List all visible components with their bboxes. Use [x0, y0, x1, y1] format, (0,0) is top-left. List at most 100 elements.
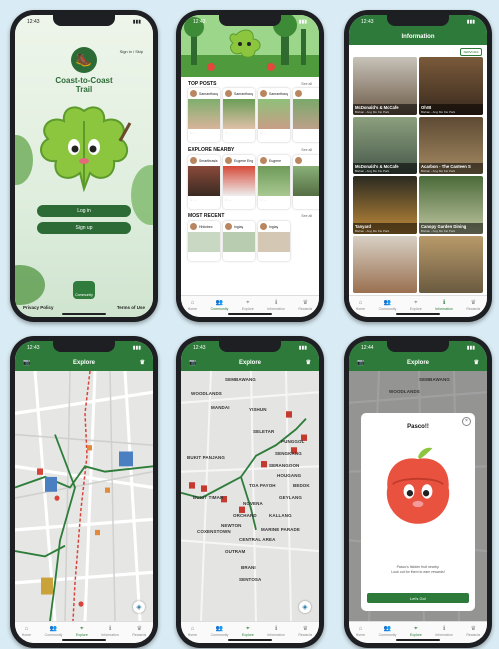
- privacy-link[interactable]: Privacy Policy: [23, 305, 54, 310]
- post-card[interactable]: Samanthaoy ♡ ···: [188, 88, 220, 142]
- map-label: NOVENA: [243, 501, 263, 506]
- tab-rewards[interactable]: ♛ Rewards: [466, 626, 480, 637]
- locate-me-button[interactable]: ◈: [299, 601, 311, 613]
- info-tile[interactable]: McDonald's & McCafe Bishan - Ang Mo Kio P…: [353, 57, 417, 115]
- tab-home[interactable]: ⌂ Home: [22, 626, 31, 637]
- map-label: KALLANG: [269, 513, 292, 518]
- map-label: ORCHARD: [233, 513, 257, 518]
- map-view[interactable]: [15, 371, 153, 621]
- tab-community[interactable]: 👥 Community: [211, 300, 229, 311]
- avatar: [225, 157, 232, 164]
- tab-explore[interactable]: ⌖ Explore: [242, 300, 254, 311]
- terms-link[interactable]: Terms of Use: [117, 305, 145, 310]
- tab-label: Rewards: [298, 632, 313, 637]
- top-posts-heading: TOP POSTS: [188, 81, 217, 87]
- avatar: [260, 90, 267, 97]
- info-tile[interactable]: Oh!B Bishan - Ang Mo Kio Park: [419, 57, 483, 115]
- post-user: Samanthaoy: [234, 91, 253, 96]
- post-card[interactable]: Samanthaoy ♡ ···: [258, 88, 290, 142]
- tab-explore[interactable]: ⌖ Explore: [242, 626, 254, 637]
- post-user: Samanthaoy: [199, 91, 218, 96]
- partner-logo-label: Community: [75, 293, 93, 297]
- lets-go-button[interactable]: Let's Go!: [367, 593, 469, 603]
- explore-icon: ⌖: [414, 299, 418, 306]
- recent-card[interactable]: Hhilobec: [188, 221, 220, 261]
- nearby-card[interactable]: Smartbrasis ♡ ···: [188, 155, 220, 209]
- recent-card[interactable]: Ingiay: [258, 221, 290, 261]
- tab-rewards[interactable]: ♛ Rewards: [298, 300, 312, 311]
- login-button[interactable]: Log in: [37, 205, 131, 217]
- info-tile[interactable]: Canopy Garden Dining Bishan - Ang Mo Kio …: [419, 176, 483, 234]
- tab-community[interactable]: 👥 Community: [379, 300, 397, 311]
- tab-rewards[interactable]: ♛ Rewards: [132, 626, 146, 637]
- post-card[interactable]: Samanthaoy ♡ ···: [223, 88, 255, 142]
- post-user: Ingiay: [269, 224, 279, 229]
- explore-nearby-see-all[interactable]: See all: [301, 148, 312, 152]
- tab-explore[interactable]: ⌖ Explore: [410, 300, 422, 311]
- tab-explore[interactable]: ⌖ Explore: [76, 626, 88, 637]
- info-grid: McDonald's & McCafe Bishan - Ang Mo Kio P…: [353, 57, 483, 293]
- tab-label: Rewards: [466, 306, 481, 311]
- phone-login: 12:43 ▮▮▮ Sign in / Skip 🥾 Coast-to-Coas…: [10, 10, 158, 322]
- camera-icon[interactable]: 📷: [357, 359, 364, 366]
- map-label: NEWTON: [221, 523, 242, 528]
- top-posts-see-all[interactable]: See all: [301, 82, 312, 86]
- tab-community[interactable]: 👥 Community: [379, 626, 397, 637]
- camera-icon[interactable]: 📷: [189, 359, 196, 366]
- map-label: SEMBAWANG: [225, 377, 256, 382]
- services-badge[interactable]: SERVICES: [460, 48, 482, 56]
- trophy-icon[interactable]: ♛: [306, 359, 311, 366]
- status-time: 12:43: [193, 345, 206, 351]
- tab-community[interactable]: 👥 Community: [211, 626, 229, 637]
- tab-information[interactable]: ℹ Information: [435, 626, 453, 637]
- partner-logo-icon: Community: [73, 281, 95, 299]
- post-card[interactable]: [293, 88, 319, 142]
- nearby-card[interactable]: [293, 155, 319, 209]
- tab-rewards[interactable]: ♛ Rewards: [466, 300, 480, 311]
- skip-link[interactable]: Sign in / Skip: [120, 49, 143, 54]
- tab-home[interactable]: ⌂ Home: [356, 300, 365, 311]
- tab-community[interactable]: 👥 Community: [45, 626, 63, 637]
- info-tile[interactable]: [353, 235, 417, 293]
- community-icon: 👥: [215, 299, 224, 306]
- info-tile[interactable]: [419, 235, 483, 293]
- tab-label: Rewards: [132, 632, 147, 637]
- tab-information[interactable]: ℹ Information: [101, 626, 119, 637]
- page-title: Information: [401, 34, 435, 40]
- tab-home[interactable]: ⌂ Home: [356, 626, 365, 637]
- tab-label: Explore: [409, 632, 422, 637]
- info-tile-location: Bishan - Ang Mo Kio Park: [355, 169, 390, 173]
- post-photo: [223, 166, 255, 196]
- info-tile[interactable]: Acarbon - The Canteen S Bishan - Ang Mo K…: [419, 116, 483, 174]
- status-time: 12:43: [27, 345, 40, 351]
- info-tile[interactable]: Tanyard Bishan - Ang Mo Kio Park: [353, 176, 417, 234]
- trophy-icon[interactable]: ♛: [140, 359, 145, 366]
- most-recent-see-all[interactable]: See all: [301, 214, 312, 218]
- rewards-icon: ♛: [302, 625, 308, 632]
- trophy-icon[interactable]: ♛: [474, 359, 479, 366]
- nearby-card[interactable]: Eugene Eng ♡ ···: [223, 155, 255, 209]
- map-label: WOODLANDS: [389, 389, 420, 394]
- explore-screen: 12:43 ▮▮▮ 📷 Explore ♛: [181, 341, 319, 643]
- tab-information[interactable]: ℹ Information: [267, 300, 285, 311]
- tab-home[interactable]: ⌂ Home: [188, 626, 197, 637]
- camera-icon[interactable]: 📷: [23, 359, 30, 366]
- map-view[interactable]: SEMBAWANG WOODLANDS MANDAI YISHUN SELETA…: [181, 371, 319, 621]
- tab-label: Information: [435, 632, 453, 637]
- phone-notch: [387, 341, 449, 352]
- tab-explore[interactable]: ⌖ Explore: [410, 626, 422, 637]
- modal-title: Pasco!!: [407, 424, 429, 430]
- phone-explore-island: 12:43 ▮▮▮ 📷 Explore ♛ SEMBAWANG WOODLAND…: [176, 336, 324, 648]
- tab-home[interactable]: ⌂ Home: [188, 300, 197, 311]
- avatar: [225, 223, 232, 230]
- hiker-logo-icon: 🥾: [71, 47, 97, 73]
- info-tile[interactable]: McDonald's & McCafe Bishan - Ang Mo Kio P…: [353, 116, 417, 174]
- recent-card[interactable]: Ingiay: [223, 221, 255, 261]
- signup-button[interactable]: Sign up: [37, 222, 131, 234]
- locate-me-button[interactable]: ◈: [133, 601, 145, 613]
- tab-information[interactable]: ℹ Information: [267, 626, 285, 637]
- nearby-card[interactable]: Eugene ♡ ···: [258, 155, 290, 209]
- tab-information[interactable]: ℹ Information: [435, 300, 453, 311]
- explore-nearby-heading: EXPLORE NEARBY: [188, 147, 235, 153]
- tab-rewards[interactable]: ♛ Rewards: [298, 626, 312, 637]
